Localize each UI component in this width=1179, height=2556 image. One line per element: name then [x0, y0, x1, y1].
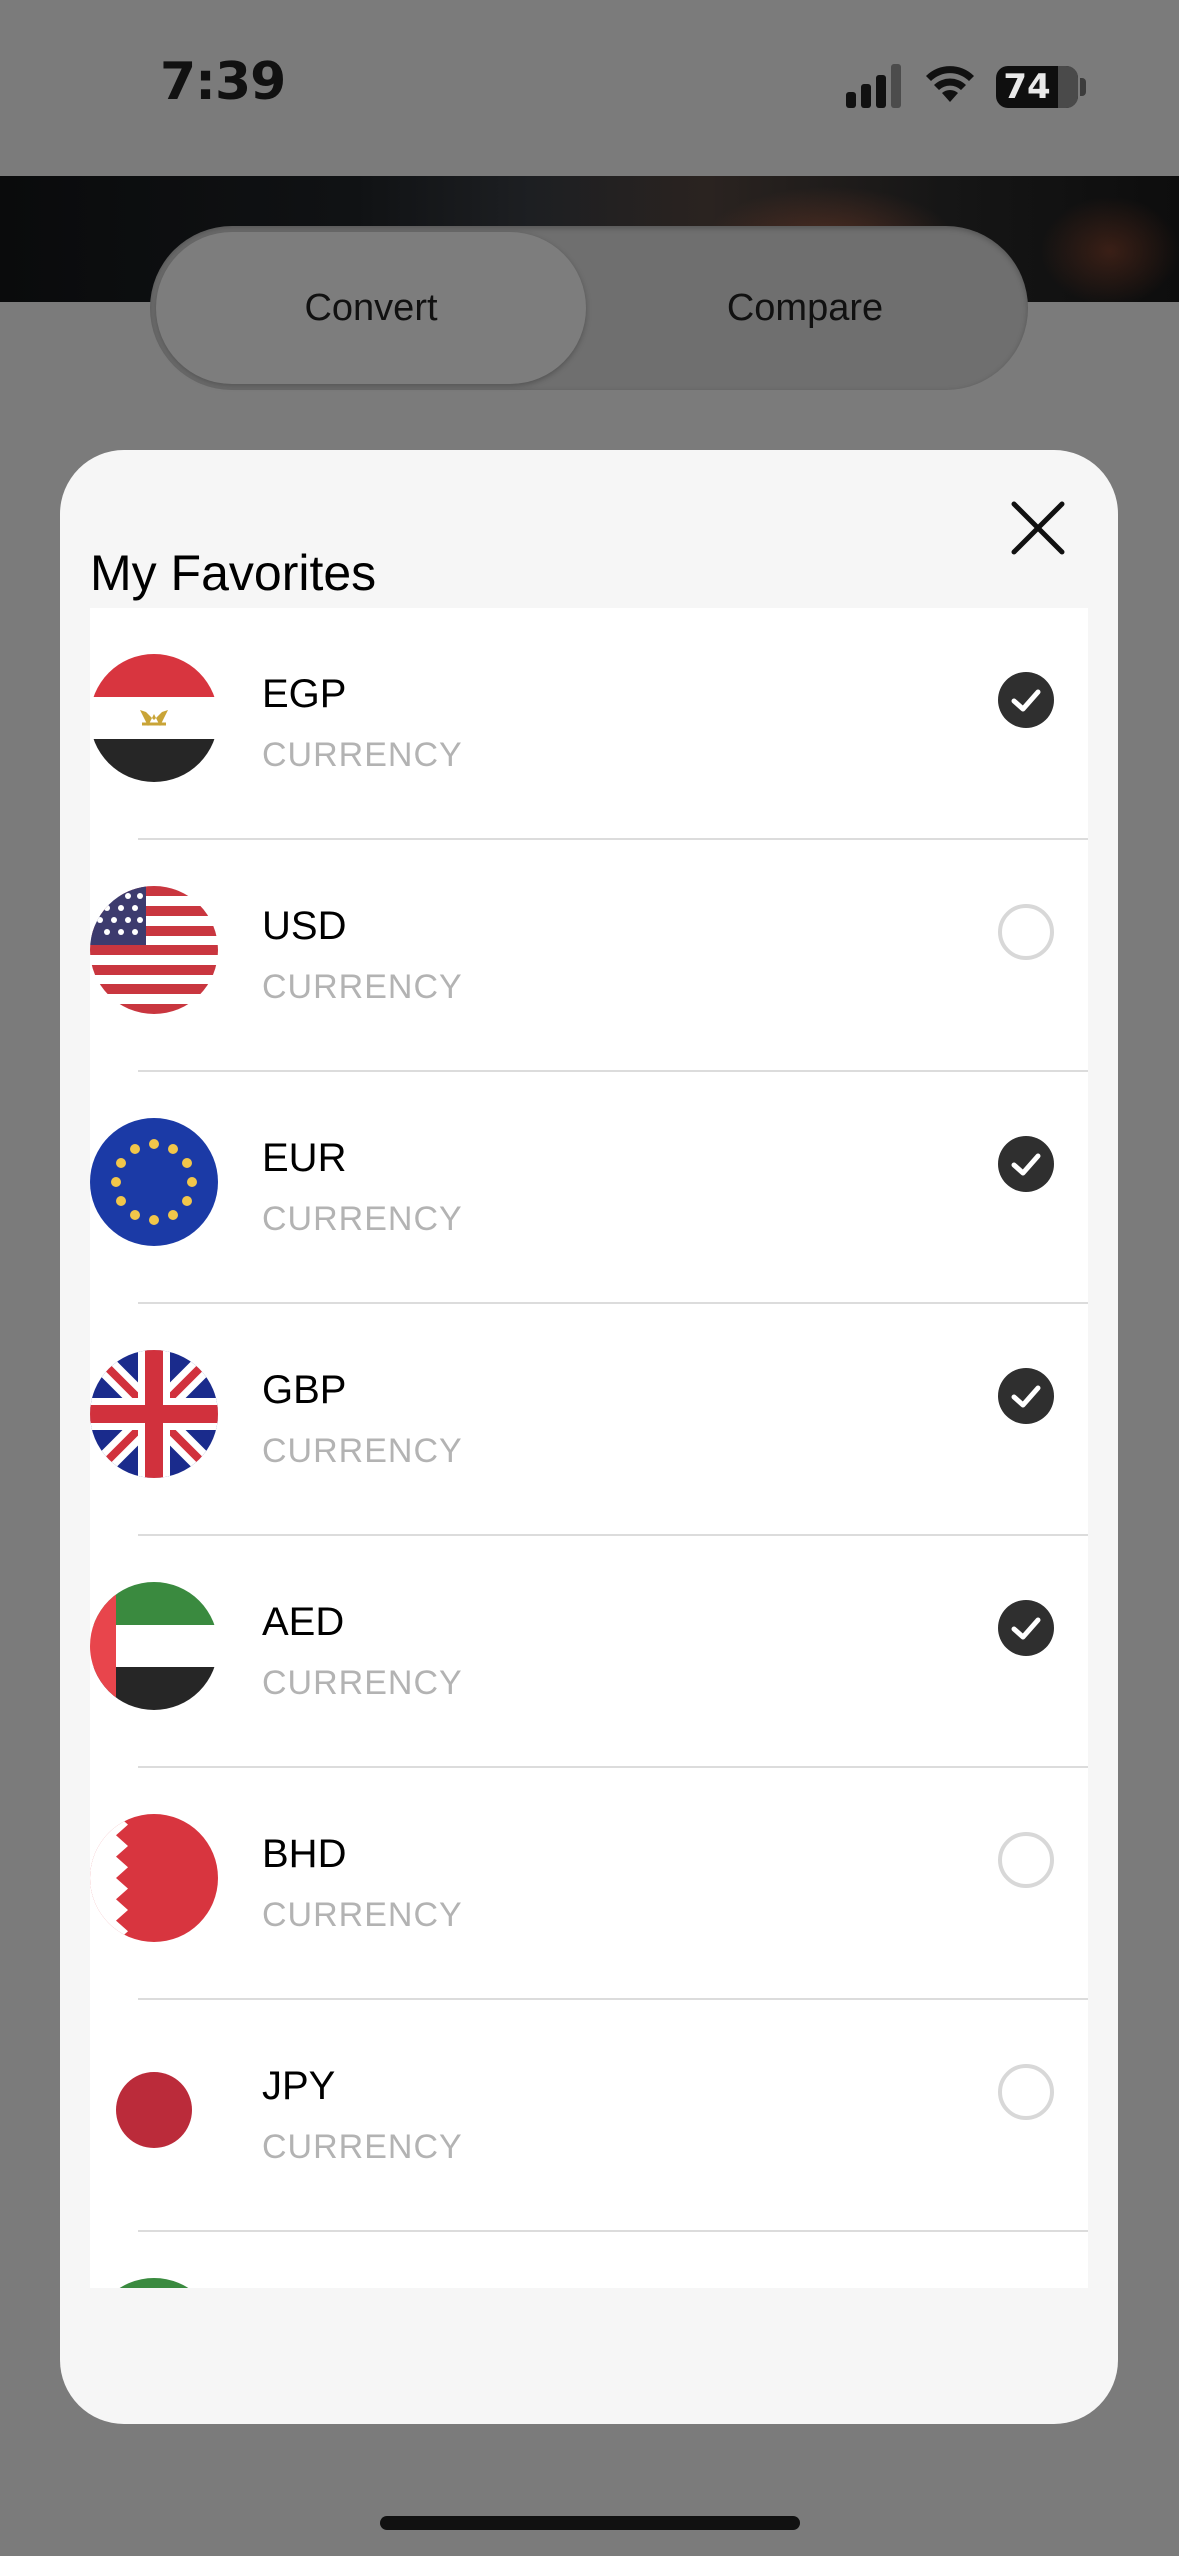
- currency-subtitle: CURRENCY: [262, 1896, 463, 1934]
- radio-unchecked-icon[interactable]: [998, 904, 1054, 960]
- currency-row-partial[interactable]: [90, 2232, 1088, 2288]
- currency-row-eur[interactable]: EUR CURRENCY: [90, 1072, 1088, 1304]
- currency-subtitle: CURRENCY: [262, 736, 463, 774]
- currency-code: JPY: [262, 2064, 336, 2108]
- uae-flag-icon: [90, 1582, 218, 1710]
- bahrain-flag-icon: [90, 1814, 218, 1942]
- flag-icon: [90, 2278, 218, 2288]
- tab-compare[interactable]: Compare: [590, 232, 1020, 384]
- currency-code: USD: [262, 904, 347, 948]
- currency-code: AED: [262, 1600, 345, 1644]
- checkmark-icon[interactable]: [998, 1136, 1054, 1192]
- mode-segmented-control: Convert Compare: [150, 226, 1028, 390]
- favorites-modal: My Favorites EGP CURRENCY USD CURRENCY E…: [60, 450, 1118, 2424]
- currency-code: BHD: [262, 1832, 347, 1876]
- currency-subtitle: CURRENCY: [262, 1200, 463, 1238]
- currency-list: EGP CURRENCY USD CURRENCY EUR CURRENCY G…: [90, 608, 1088, 2288]
- currency-row-aed[interactable]: AED CURRENCY: [90, 1536, 1088, 1768]
- radio-unchecked-icon[interactable]: [998, 2064, 1054, 2120]
- battery-cap: [1080, 78, 1086, 96]
- checkmark-icon[interactable]: [998, 1368, 1054, 1424]
- status-bar: 7:39 74: [0, 0, 1179, 176]
- currency-row-gbp[interactable]: GBP CURRENCY: [90, 1304, 1088, 1536]
- currency-code: EGP: [262, 672, 347, 716]
- currency-code: GBP: [262, 1368, 347, 1412]
- currency-subtitle: CURRENCY: [262, 1432, 463, 1470]
- currency-subtitle: CURRENCY: [262, 1664, 463, 1702]
- battery-level: 74: [1003, 67, 1051, 107]
- currency-code: EUR: [262, 1136, 347, 1180]
- currency-row-egp[interactable]: EGP CURRENCY: [90, 608, 1088, 840]
- tab-convert[interactable]: Convert: [156, 232, 586, 384]
- modal-title: My Favorites: [90, 545, 377, 601]
- currency-row-bhd[interactable]: BHD CURRENCY: [90, 1768, 1088, 2000]
- cellular-signal-icon: [846, 64, 901, 108]
- radio-unchecked-icon[interactable]: [998, 1832, 1054, 1888]
- home-indicator: [380, 2516, 800, 2530]
- checkmark-icon[interactable]: [998, 1600, 1054, 1656]
- uk-flag-icon: [90, 1350, 218, 1478]
- currency-subtitle: CURRENCY: [262, 2128, 463, 2166]
- currency-subtitle: CURRENCY: [262, 968, 463, 1006]
- checkmark-icon[interactable]: [998, 672, 1054, 728]
- status-time: 7:39: [160, 52, 286, 112]
- japan-flag-icon: [90, 2046, 218, 2174]
- wifi-icon: [926, 66, 974, 102]
- usa-flag-icon: [90, 886, 218, 1014]
- currency-row-usd[interactable]: USD CURRENCY: [90, 840, 1088, 1072]
- currency-row-jpy[interactable]: JPY CURRENCY: [90, 2000, 1088, 2232]
- egypt-flag-icon: [90, 654, 218, 782]
- close-icon[interactable]: [1006, 496, 1070, 560]
- eu-flag-icon: [90, 1118, 218, 1246]
- battery-icon: 74: [996, 66, 1078, 108]
